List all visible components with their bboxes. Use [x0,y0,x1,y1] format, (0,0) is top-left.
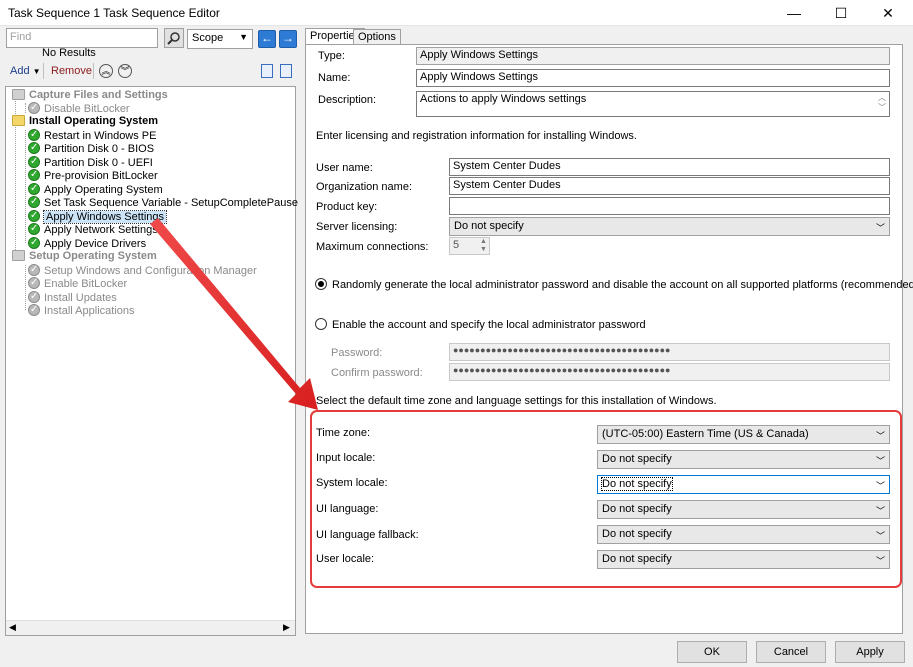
cancel-button[interactable]: Cancel [756,641,826,663]
apply-button[interactable]: Apply [835,641,905,663]
annotation-arrow [150,218,318,410]
arrow-pointer-icon [150,218,318,410]
ok-button[interactable]: OK [677,641,747,663]
